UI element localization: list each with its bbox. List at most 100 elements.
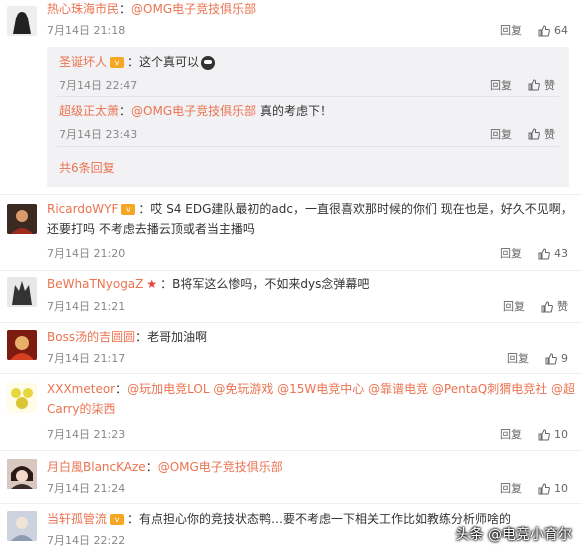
like-button[interactable]: 10 bbox=[538, 427, 568, 443]
mention-link[interactable]: @OMG电子竞技俱乐部 bbox=[131, 104, 256, 118]
reply-button[interactable]: 回复 bbox=[507, 351, 529, 367]
avatar[interactable] bbox=[7, 277, 37, 307]
comment-username[interactable]: Boss汤的吉圆圆 bbox=[47, 330, 135, 344]
like-button[interactable]: 9 bbox=[545, 351, 568, 367]
comment-username[interactable]: BeWhaTNyogaZ bbox=[47, 277, 143, 291]
watermark-text: 头条 @电竞小育尔 bbox=[455, 527, 572, 543]
sub-like-button[interactable]: 赞 bbox=[528, 77, 555, 93]
comment-text: 哎 S4 EDG建队最初的adc，一直很喜欢那时候的你们 现在也是，好久不见啊， bbox=[150, 202, 573, 216]
like-count: 10 bbox=[554, 428, 568, 441]
reply-thread: 圣诞坏人 v ：这个真可以 7月14日 22:47 回复 赞 超级正太萧：@OMG电… bbox=[47, 47, 569, 187]
comment-text: B将军这么惨吗，不如来dys念弹幕吧 bbox=[172, 277, 370, 291]
divider bbox=[0, 450, 582, 451]
comment-4: Boss汤的吉圆圆：老哥加油啊 7月14日 21:17 回复 9 bbox=[0, 325, 582, 375]
comment-time: 7月14日 21:17 bbox=[47, 352, 126, 365]
comment-time: 7月14日 22:22 bbox=[47, 534, 126, 547]
divider bbox=[0, 503, 582, 504]
like-button[interactable]: 43 bbox=[538, 246, 568, 262]
colon: ： bbox=[160, 277, 173, 291]
sub-reply-time: 7月14日 22:47 bbox=[59, 79, 138, 92]
comment-username[interactable]: 月白風BlancKAze bbox=[47, 460, 146, 474]
mention-link[interactable]: @OMG电子竞技俱乐部 bbox=[131, 2, 256, 16]
like-count: 9 bbox=[561, 352, 568, 365]
sub-reply-time: 7月14日 23:43 bbox=[59, 128, 138, 141]
reply-button[interactable]: 回复 bbox=[500, 23, 522, 39]
comment-2: RicardoWYF v ：哎 S4 EDG建队最初的adc，一直很喜欢那时候的你们… bbox=[0, 198, 582, 268]
thumb-up-icon bbox=[538, 25, 550, 37]
comment-5: XXXmeteor：@玩加电竞LOL @免玩游戏 @15W电竞中心 @靠谱电竞 … bbox=[0, 377, 582, 447]
sub-username[interactable]: 超级正太萧 bbox=[59, 104, 119, 118]
comment-3: BeWhaTNyogaZ ★ ：B将军这么惨吗，不如来dys念弹幕吧 7月14日 2… bbox=[0, 272, 582, 320]
reply-button[interactable]: 回复 bbox=[500, 427, 522, 443]
like-button[interactable]: 10 bbox=[538, 481, 568, 497]
reply-button[interactable]: 回复 bbox=[500, 481, 522, 497]
comment-username[interactable]: XXXmeteor bbox=[47, 382, 115, 396]
reply-button[interactable]: 回复 bbox=[500, 246, 522, 262]
comment-6: 月白風BlancKAze：@OMG电子竞技俱乐部 7月14日 21:24 回复 … bbox=[0, 455, 582, 503]
comment-time: 7月14日 21:21 bbox=[47, 300, 126, 313]
mention-links-continued[interactable]: Carry的柒西 bbox=[47, 402, 116, 416]
like-label: 赞 bbox=[557, 300, 568, 313]
like-button[interactable]: 赞 bbox=[541, 299, 568, 315]
mention-links[interactable]: @玩加电竞LOL @免玩游戏 @15W电竞中心 @靠谱电竞 @PentaQ刺猬电… bbox=[127, 382, 575, 396]
emoji-icon bbox=[201, 55, 216, 70]
comment-time: 7月14日 21:18 bbox=[47, 24, 126, 37]
divider bbox=[57, 146, 559, 147]
divider bbox=[0, 373, 582, 374]
vip-badge-icon: v bbox=[110, 514, 125, 525]
colon: ： bbox=[115, 382, 128, 396]
more-replies-container: 共6条回复 bbox=[59, 159, 557, 176]
avatar[interactable] bbox=[7, 330, 37, 360]
avatar[interactable] bbox=[7, 204, 37, 234]
thumb-up-icon bbox=[538, 429, 550, 441]
reply-button[interactable]: 回复 bbox=[503, 299, 525, 315]
sub-like-button[interactable]: 赞 bbox=[528, 126, 555, 142]
comment-time: 7月14日 21:20 bbox=[47, 247, 126, 260]
like-label: 赞 bbox=[544, 128, 555, 141]
sub-reply-button[interactable]: 回复 bbox=[490, 77, 512, 93]
sub-reply-text: 真的考虑下！ bbox=[256, 104, 332, 118]
like-count: 64 bbox=[554, 24, 568, 37]
sub-reply-1: 圣诞坏人 v ：这个真可以 7月14日 22:47 回复 赞 bbox=[59, 53, 557, 93]
thumb-up-icon bbox=[538, 248, 550, 260]
comment-username[interactable]: RicardoWYF bbox=[47, 202, 118, 216]
colon: ： bbox=[135, 330, 148, 344]
avatar[interactable] bbox=[7, 383, 37, 413]
divider bbox=[0, 322, 582, 323]
colon: ： bbox=[127, 55, 140, 69]
comment-text-continued: 还要打吗 不考虑去播云顶或者当主播吗 bbox=[47, 222, 255, 236]
colon: ： bbox=[138, 202, 151, 216]
divider bbox=[57, 96, 559, 97]
thumb-up-icon bbox=[528, 128, 540, 140]
comment-time: 7月14日 21:24 bbox=[47, 482, 126, 495]
colon: ： bbox=[119, 2, 132, 16]
like-count: 10 bbox=[554, 482, 568, 495]
comment-time: 7月14日 21:23 bbox=[47, 428, 126, 441]
sub-username[interactable]: 圣诞坏人 bbox=[59, 55, 107, 69]
colon: ： bbox=[145, 460, 158, 474]
thumb-up-icon bbox=[541, 301, 553, 313]
sub-reply-button[interactable]: 回复 bbox=[490, 126, 512, 142]
divider bbox=[0, 270, 582, 271]
thumb-up-icon bbox=[538, 483, 550, 495]
like-count: 43 bbox=[554, 247, 568, 260]
avatar[interactable] bbox=[7, 6, 37, 36]
comment-username[interactable]: 热心珠海市民 bbox=[47, 2, 119, 16]
thumb-up-icon bbox=[545, 353, 557, 365]
vip-badge-icon: v bbox=[110, 57, 125, 68]
divider bbox=[0, 194, 582, 195]
avatar[interactable] bbox=[7, 511, 37, 541]
comment-username[interactable]: 当轩孤管流 bbox=[47, 512, 107, 526]
vip-badge-icon: v bbox=[121, 204, 136, 215]
like-button[interactable]: 64 bbox=[538, 23, 568, 39]
avatar[interactable] bbox=[7, 459, 37, 489]
thumb-up-icon bbox=[528, 79, 540, 91]
mention-link[interactable]: @OMG电子竞技俱乐部 bbox=[158, 460, 283, 474]
comment-1: 热心珠海市民：@OMG电子竞技俱乐部 7月14日 21:18 回复 64 圣诞坏… bbox=[0, 0, 582, 198]
like-label: 赞 bbox=[544, 79, 555, 92]
more-replies-link[interactable]: 共6条回复 bbox=[59, 161, 115, 175]
colon: ： bbox=[119, 104, 132, 118]
sub-reply-2: 超级正太萧：@OMG电子竞技俱乐部 真的考虑下！ 7月14日 23:43 回复 … bbox=[59, 102, 557, 142]
comment-text: 老哥加油啊 bbox=[147, 330, 208, 344]
watermark: 头条 @电竞小育尔 bbox=[456, 524, 572, 544]
